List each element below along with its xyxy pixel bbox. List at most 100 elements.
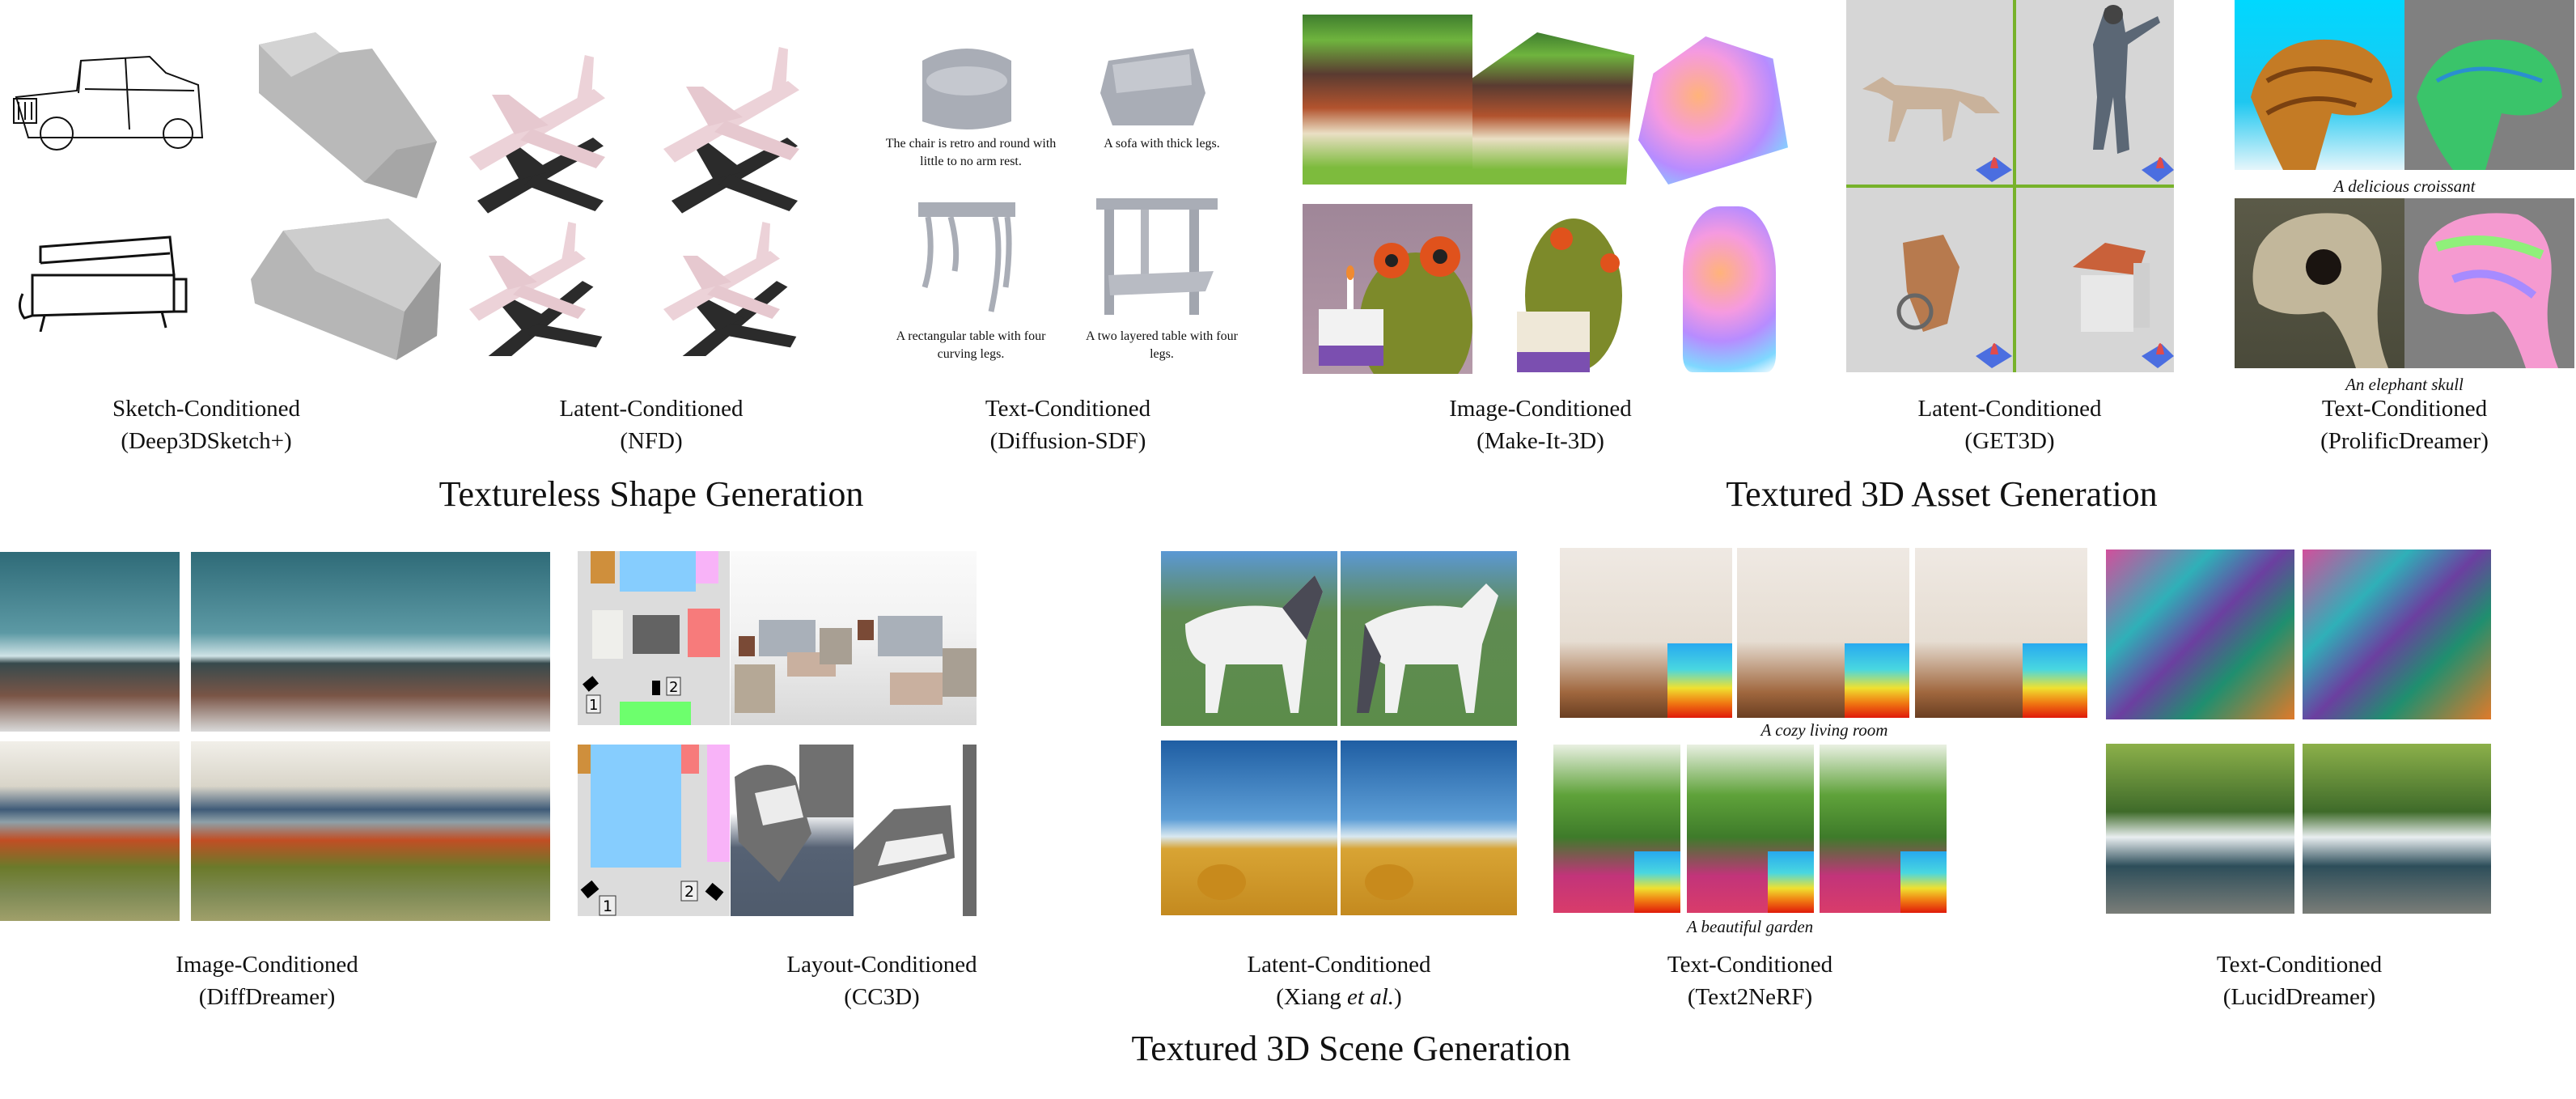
condition-label: Latent-Conditioned: [559, 396, 744, 422]
depth-map-inset: [1900, 851, 1947, 913]
condition-label: Latent-Conditioned: [1247, 952, 1431, 978]
caption-image-conditioned-diffdreamer: Image-Conditioned (DiffDreamer): [176, 948, 358, 1013]
depth-map-inset: [1634, 851, 1680, 913]
prompt-chair: The chair is retro and round with little…: [885, 137, 1057, 168]
diffdreamer-autumn-view-2: [371, 741, 550, 921]
prompt-sofa: A sofa with thick legs.: [1104, 137, 1220, 151]
text2nerf-garden-view-3: [1820, 745, 1947, 913]
condition-label: Text-Conditioned: [1667, 952, 1833, 978]
croissant-normal-image: [2404, 0, 2574, 170]
text2nerf-garden-view-1: [1553, 745, 1680, 913]
diffdreamer-autumn-view-1: [191, 741, 371, 921]
croissant-rgb-image: [2235, 0, 2404, 170]
method-label: (Deep3DSketch+): [121, 428, 292, 454]
condition-label: Image-Conditioned: [1449, 396, 1632, 422]
get3d-grid: [1846, 0, 2174, 372]
cc3d-living-room-render-1: [731, 551, 854, 725]
cc3d-living-room-render-2: [854, 551, 977, 725]
method-label: (ProlificDreamer): [2320, 428, 2489, 454]
text2nerf-living-room-view-3: [1915, 548, 2087, 718]
method-label: (LucidDreamer): [2222, 984, 2376, 1010]
condition-label: Layout-Conditioned: [786, 952, 977, 978]
section-title-textured-scene: Textured 3D Scene Generation: [1131, 1029, 1571, 1068]
rectangular-table-mesh-image: [910, 198, 1023, 316]
house-textured-image: [1472, 32, 1634, 185]
luciddreamer-waterfall-view-1: [2106, 744, 2294, 914]
depth-map-inset: [1667, 643, 1732, 718]
method-label: (NFD): [620, 428, 683, 454]
section-title-textureless: Textureless Shape Generation: [439, 474, 864, 514]
house-input-image: [1303, 15, 1472, 185]
text2nerf-living-room-view-1: [1560, 548, 1732, 718]
caption-text-conditioned-text2nerf: Text-Conditioned (Text2NeRF): [1667, 948, 1832, 1013]
gaussian-icon: [1976, 157, 2174, 368]
condition-label: Text-Conditioned: [985, 396, 1151, 422]
condition-label: Sketch-Conditioned: [112, 396, 300, 422]
luciddreamer-waterfall-view-2: [2303, 744, 2491, 914]
caption-text-conditioned-diffusion-sdf: Text-Conditioned (Diffusion-SDF): [985, 392, 1150, 457]
method-label: (Make-It-3D): [1477, 428, 1604, 454]
luciddreamer-fantasy-view-1: [2106, 550, 2294, 719]
svg-text:1: 1: [603, 897, 612, 915]
caption-layout-conditioned-cc3d: Layout-Conditioned (CC3D): [786, 948, 977, 1013]
sofa-thick-legs-mesh-image: [1096, 45, 1210, 134]
svg-text:2: 2: [669, 679, 678, 696]
section-title-textured-asset: Textured 3D Asset Generation: [1726, 474, 2158, 514]
diffdreamer-autumn-input: [0, 741, 180, 921]
cc3d-bedroom-render-1: [731, 745, 854, 916]
method-label: (Xiang et al.): [1276, 984, 1402, 1010]
depth-map-inset: [1768, 851, 1814, 913]
elephant-skull-normal-image: [2404, 198, 2574, 368]
condition-label: Text-Conditioned: [2321, 396, 2488, 422]
diffdreamer-coast-input: [0, 552, 180, 732]
svg-text:1: 1: [589, 697, 598, 714]
cc3d-bedroom-layout: 1 2: [578, 745, 730, 916]
diffdreamer-coast-view-1: [191, 552, 371, 732]
text2nerf-garden-view-2: [1687, 745, 1814, 913]
frog-input-image: [1303, 204, 1472, 374]
sofa-mesh-image: [243, 214, 445, 360]
diffdreamer-coast-view-2: [371, 552, 550, 732]
text2nerf-living-room-view-2: [1737, 548, 1909, 718]
nfd-airplanes-grid: [453, 16, 882, 356]
xiang-horse-view-2: [1341, 551, 1517, 726]
prompt-two-layered-table: A two layered table with four legs.: [1086, 329, 1238, 361]
prompt-croissant: A delicious croissant: [2333, 176, 2476, 196]
caption-text-conditioned-luciddreamer: Text-Conditioned (LucidDreamer): [2217, 948, 2382, 1013]
caption-latent-conditioned-get3d: Latent-Conditioned (GET3D): [1917, 392, 2101, 457]
xiang-hay-field-view-1: [1161, 740, 1337, 915]
two-layered-table-mesh-image: [1092, 194, 1222, 324]
condition-label: Text-Conditioned: [2216, 952, 2383, 978]
xiang-horse-view-1: [1161, 551, 1337, 726]
chair-mesh-image: [914, 45, 1019, 134]
xiang-hay-field-view-2: [1341, 740, 1517, 915]
car-mesh-image: [243, 28, 445, 202]
sofa-sketch-image: [8, 231, 194, 332]
caption-image-conditioned-make-it-3d: Image-Conditioned (Make-It-3D): [1449, 392, 1632, 457]
caption-text-conditioned-prolificdreamer: Text-Conditioned (ProlificDreamer): [2320, 392, 2489, 457]
depth-map-inset: [2023, 643, 2087, 718]
cc3d-bedroom-render-2: [854, 745, 977, 916]
elephant-skull-rgb-image: [2235, 198, 2404, 368]
prompt-cozy-living-room: A cozy living room: [1760, 720, 1888, 740]
condition-label: Latent-Conditioned: [1917, 396, 2102, 422]
caption-sketch-conditioned: Sketch-Conditioned (Deep3DSketch+): [112, 392, 300, 457]
frog-normal-map-image: [1683, 206, 1776, 372]
method-label: (DiffDreamer): [198, 984, 336, 1010]
prompt-beautiful-garden: A beautiful garden: [1686, 917, 1814, 936]
depth-map-inset: [1845, 643, 1909, 718]
prompt-rectangular-table: A rectangular table with four curving le…: [896, 329, 1046, 361]
caption-latent-conditioned-nfd: Latent-Conditioned (NFD): [559, 392, 743, 457]
camera-icon: [583, 676, 660, 695]
house-normal-map-image: [1638, 36, 1788, 185]
method-label: (CC3D): [844, 984, 920, 1010]
caption-latent-conditioned-xiang: Latent-Conditioned (Xiang et al.): [1247, 948, 1430, 1013]
condition-label: Image-Conditioned: [176, 952, 358, 978]
method-label: (Diffusion-SDF): [989, 428, 1146, 454]
method-label: (Text2NeRF): [1687, 984, 1813, 1010]
cc3d-living-room-layout: 1 2: [578, 551, 730, 725]
car-sketch-image: [4, 49, 210, 154]
method-label: (GET3D): [1964, 428, 2055, 454]
frog-textured-image: [1513, 206, 1626, 372]
luciddreamer-fantasy-view-2: [2303, 550, 2491, 719]
